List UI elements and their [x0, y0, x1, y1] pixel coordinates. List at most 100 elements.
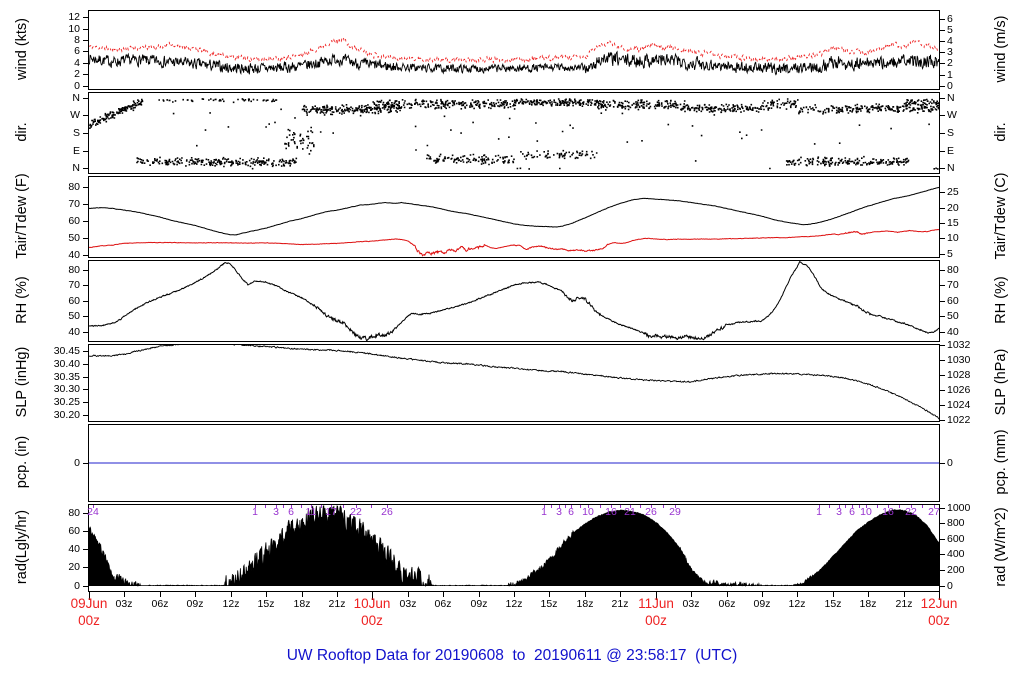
tick-label-right-wind: 0: [947, 80, 953, 92]
plot-rh: [89, 261, 939, 341]
x-tick-label-major: 11Jun: [638, 596, 674, 611]
tick-label-left-dir: E: [72, 145, 80, 157]
tick-right-wind: [940, 86, 945, 87]
rad-cum-tick: [899, 505, 900, 508]
tick-right-rh: [940, 285, 945, 286]
tick-label-left-wind: 10: [68, 23, 80, 35]
tick-right-temp: [940, 208, 945, 209]
x-tick-label-minor: 06z: [434, 598, 452, 610]
tick-label-left-rad: 0: [74, 580, 80, 592]
rad-cum-tick: [600, 505, 601, 508]
slp-line: [89, 345, 939, 420]
tick-left-slp: [83, 364, 88, 365]
x-tick-label-minor: 12z: [222, 598, 240, 610]
tick-label-right-slp: 1032: [947, 339, 971, 351]
tick-right-wind: [940, 75, 945, 76]
tick-label-right-wind: 1: [947, 69, 953, 81]
tick-label-right-dir: N: [947, 162, 955, 174]
tick-left-wind: [83, 17, 88, 18]
plot-dir: [89, 98, 939, 170]
tick-left-rad: [83, 549, 88, 550]
plot-temp: [89, 186, 939, 257]
panel-dir: [88, 92, 940, 174]
tick-label-left-slp: 30.45: [53, 345, 80, 357]
rad-cum-tick: [877, 505, 878, 508]
tick-left-slp: [83, 402, 88, 403]
tick-label-right-wind: 4: [947, 35, 953, 47]
x-tick-label-major-2: 00z: [928, 613, 950, 628]
x-tick-label-major-2: 00z: [645, 613, 667, 628]
rad-cum-tick: [845, 505, 846, 508]
x-tick-minor: [762, 592, 763, 597]
tick-label-right-slp: 1028: [947, 369, 971, 381]
x-tick-label-minor: 09z: [186, 598, 204, 610]
rad-cum-number: 3: [273, 506, 279, 518]
rad-cum-tick: [565, 505, 566, 508]
rad-cum-tick: [283, 505, 284, 508]
panel-temp: [88, 176, 940, 258]
x-tick-label-major: 09Jun: [70, 596, 108, 611]
tick-right-rh: [940, 270, 945, 271]
plot-pcp: [89, 462, 939, 464]
tick-left-rad: [83, 586, 88, 587]
tick-right-slp: [940, 420, 945, 421]
tick-label-right-rad: 400: [947, 548, 965, 560]
tick-left-dir: [83, 115, 88, 116]
tick-left-temp: [83, 238, 88, 239]
rad-cum-number: 3: [556, 506, 562, 518]
tick-label-right-rh: 40: [947, 326, 959, 338]
x-tick-label-minor: 06z: [718, 598, 736, 610]
solar-rad-area: [89, 505, 939, 588]
tick-right-rad: [940, 570, 945, 571]
x-tick-minor: [195, 592, 196, 597]
rh-line: [89, 261, 939, 341]
rad-cum-number: 1: [252, 506, 258, 518]
ylabel-right-dir: dir.: [993, 122, 1009, 142]
tick-label-left-rh: 60: [68, 295, 80, 307]
tick-right-dir: [940, 151, 945, 152]
rad-cum-number: 29: [669, 506, 681, 518]
x-tick-minor: [727, 592, 728, 597]
x-tick-minor: [302, 592, 303, 597]
tick-label-right-dir: W: [947, 109, 957, 121]
tick-label-left-pcp: 0: [74, 457, 80, 469]
tick-label-left-wind: 8: [74, 34, 80, 46]
rad-cum-number: 6: [849, 506, 855, 518]
rad-cum-number: 10: [860, 506, 872, 518]
x-tick-minor: [549, 592, 550, 597]
tick-right-wind: [940, 41, 945, 42]
tick-right-wind: [940, 30, 945, 31]
rad-cum-number: 24: [87, 506, 99, 518]
rad-cum-tick: [620, 505, 621, 508]
tick-label-left-rad: 60: [68, 525, 80, 537]
ylabel-right-temp: Tair/Tdew (C): [993, 172, 1009, 260]
uw-rooftop-meteogram: 10 min. peak winds in red Sum of previou…: [0, 0, 1024, 700]
x-tick-label-minor: 09z: [470, 598, 488, 610]
tick-right-slp: [940, 390, 945, 391]
tick-label-left-temp: 60: [68, 215, 80, 227]
tick-right-rad: [940, 539, 945, 540]
tick-left-rad: [83, 531, 88, 532]
tick-label-left-wind: 6: [74, 45, 80, 57]
tick-label-left-wind: 2: [74, 68, 80, 80]
rad-cum-tick: [343, 505, 344, 508]
tick-label-right-rad: 200: [947, 564, 965, 576]
tick-right-rh: [940, 301, 945, 302]
tick-label-left-rh: 80: [68, 264, 80, 276]
plot-rad: [89, 505, 939, 588]
tick-label-right-temp: 5: [947, 248, 953, 260]
rad-cum-tick: [580, 505, 581, 508]
tick-label-left-temp: 70: [68, 198, 80, 210]
rad-cum-tick: [265, 505, 266, 508]
ylabel-left-slp: SLP (inHg): [14, 346, 30, 418]
tick-left-temp: [83, 255, 88, 256]
tick-label-right-slp: 1022: [947, 414, 971, 426]
rad-cum-number: 22: [905, 506, 917, 518]
rad-cum-tick: [551, 505, 552, 508]
x-tick-label-minor: 12z: [788, 598, 806, 610]
rad-cum-number: 22: [350, 506, 362, 518]
ylabel-left-rad: rad(Lgly/hr): [14, 509, 30, 585]
tick-label-left-wind: 0: [74, 80, 80, 92]
tick-label-left-wind: 12: [68, 11, 80, 23]
tick-label-right-rad: 600: [947, 533, 965, 545]
